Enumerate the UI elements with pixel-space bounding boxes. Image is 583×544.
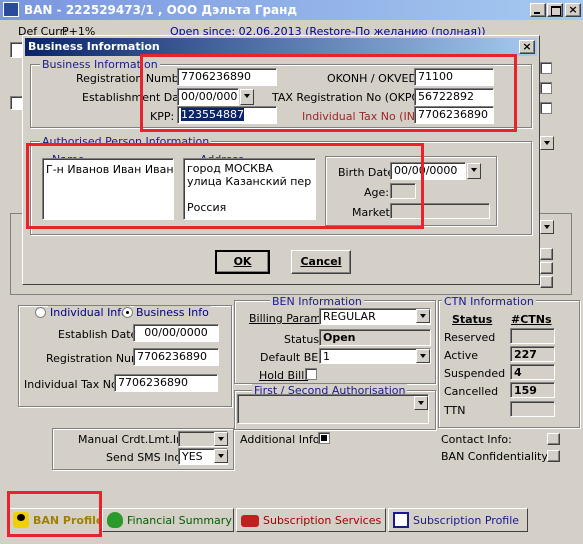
individual-info-radio[interactable]: [35, 307, 46, 318]
establish-date-field[interactable]: 00/00/0000: [133, 324, 219, 342]
individual-info-label: Individual Info: [48, 306, 130, 319]
registration-num-label: Registration Num:: [46, 352, 146, 365]
additional-info-checkbox[interactable]: [318, 432, 330, 444]
cancel-button[interactable]: Cancel: [291, 250, 351, 274]
hold-bill-label: Hold Bill:: [259, 369, 308, 382]
contact-info-button[interactable]: [547, 433, 560, 445]
bg-checkbox-3[interactable]: [540, 102, 552, 114]
close-icon: ×: [522, 40, 532, 53]
bg-checkbox-1[interactable]: [540, 62, 552, 74]
app-icon: [3, 2, 19, 17]
close-button[interactable]: ×: [565, 3, 581, 17]
status-field: Open: [319, 329, 431, 346]
ben-panel-title: BEN Information: [270, 295, 364, 308]
send-sms-label: Send SMS Ind:: [106, 451, 186, 464]
registration-num-field[interactable]: 7706236890: [133, 348, 219, 366]
close-icon: ×: [568, 3, 578, 16]
business-info-radio[interactable]: [122, 307, 133, 318]
additional-info-label: Additional Info:: [240, 433, 324, 446]
billing-params-dropdown[interactable]: [416, 309, 430, 323]
dialog-close-button[interactable]: ×: [519, 40, 535, 54]
main-window-title: BAN - 222529473/1 , ООО Дэльта Гранд: [24, 3, 298, 17]
radio-dot: [126, 311, 129, 314]
individual-tax-label: Individual Tax No: [24, 378, 118, 391]
ban-confidentiality-label: BAN Confidentiality:: [441, 450, 551, 463]
hold-bill-checkbox[interactable]: [305, 368, 317, 380]
maximize-button[interactable]: [547, 3, 563, 17]
tab-subscription-services-label: Subscription Services: [263, 514, 382, 527]
ctn-row-value: [510, 401, 555, 417]
bg-button-3[interactable]: [540, 276, 553, 288]
ctn-row-label: Active: [444, 349, 479, 362]
bg-checkbox-2[interactable]: [540, 82, 552, 94]
tab-financial-summary[interactable]: Financial Summary: [102, 508, 234, 532]
document-icon: [393, 512, 409, 528]
ctn-panel-title: CTN Information: [442, 295, 536, 308]
ctn-row-label: Cancelled: [444, 385, 499, 398]
ctn-row-label: TTN: [444, 404, 466, 417]
ctn-status-header: Status: [452, 313, 493, 326]
tab-subscription-services[interactable]: Subscription Services: [236, 508, 386, 532]
bg-dropdown[interactable]: [540, 136, 554, 150]
highlight-box: [26, 143, 424, 229]
ban-confidentiality-button[interactable]: [547, 450, 560, 462]
bg-button-2[interactable]: [540, 262, 553, 274]
default-ben-dropdown[interactable]: [416, 349, 430, 363]
phone-icon: [241, 515, 259, 527]
individual-tax-field[interactable]: 7706236890: [114, 374, 218, 392]
minimize-icon: [534, 12, 540, 14]
ok-label: OK: [233, 255, 252, 268]
birth-date-dropdown[interactable]: [467, 163, 481, 179]
minimize-button[interactable]: [530, 3, 546, 17]
contact-info-label: Contact Info:: [441, 433, 512, 446]
main-title-bar[interactable]: BAN - 222529473/1 , ООО Дэльта Гранд ×: [0, 0, 583, 20]
status-label: Status:: [284, 333, 323, 346]
ctn-row-value: 227: [510, 346, 555, 362]
highlight-box: [140, 54, 517, 132]
tab-subscription-profile[interactable]: Subscription Profile: [388, 508, 528, 532]
status-value: Open: [323, 331, 356, 344]
tab-financial-summary-label: Financial Summary: [127, 514, 232, 527]
ctn-row-label: Reserved: [444, 331, 496, 344]
ok-button[interactable]: OK: [215, 250, 270, 274]
maximize-icon: [551, 6, 561, 16]
checkbox-mark: [321, 435, 327, 441]
bg-button-1[interactable]: [540, 248, 553, 260]
business-info-label: Business Info: [134, 306, 211, 319]
ctn-row-value: 159: [510, 382, 555, 398]
default-ben-select[interactable]: 1: [319, 348, 431, 364]
billing-params-select[interactable]: REGULAR: [319, 308, 431, 325]
money-bag-icon: [107, 512, 123, 528]
bg-dropdown-2[interactable]: [540, 220, 554, 234]
ctn-count-header: #CTNs: [511, 313, 552, 326]
manual-crdt-dropdown[interactable]: [214, 432, 228, 446]
send-sms-dropdown[interactable]: [214, 449, 228, 463]
ctn-row-value: 4: [510, 364, 555, 380]
ctn-row-label: Suspended: [444, 367, 506, 380]
highlight-box: [7, 491, 102, 537]
authorisation-select[interactable]: [237, 394, 429, 424]
dialog-title: Business Information: [28, 40, 160, 53]
cancel-label: Cancel: [300, 255, 342, 268]
authorisation-dropdown[interactable]: [414, 396, 428, 410]
manual-crdt-label: Manual Crdt.Lmt.Ind:: [78, 433, 194, 446]
establish-date-label: Establish Date:: [58, 328, 142, 341]
ctn-row-value: [510, 328, 555, 344]
tab-subscription-profile-label: Subscription Profile: [413, 514, 520, 527]
